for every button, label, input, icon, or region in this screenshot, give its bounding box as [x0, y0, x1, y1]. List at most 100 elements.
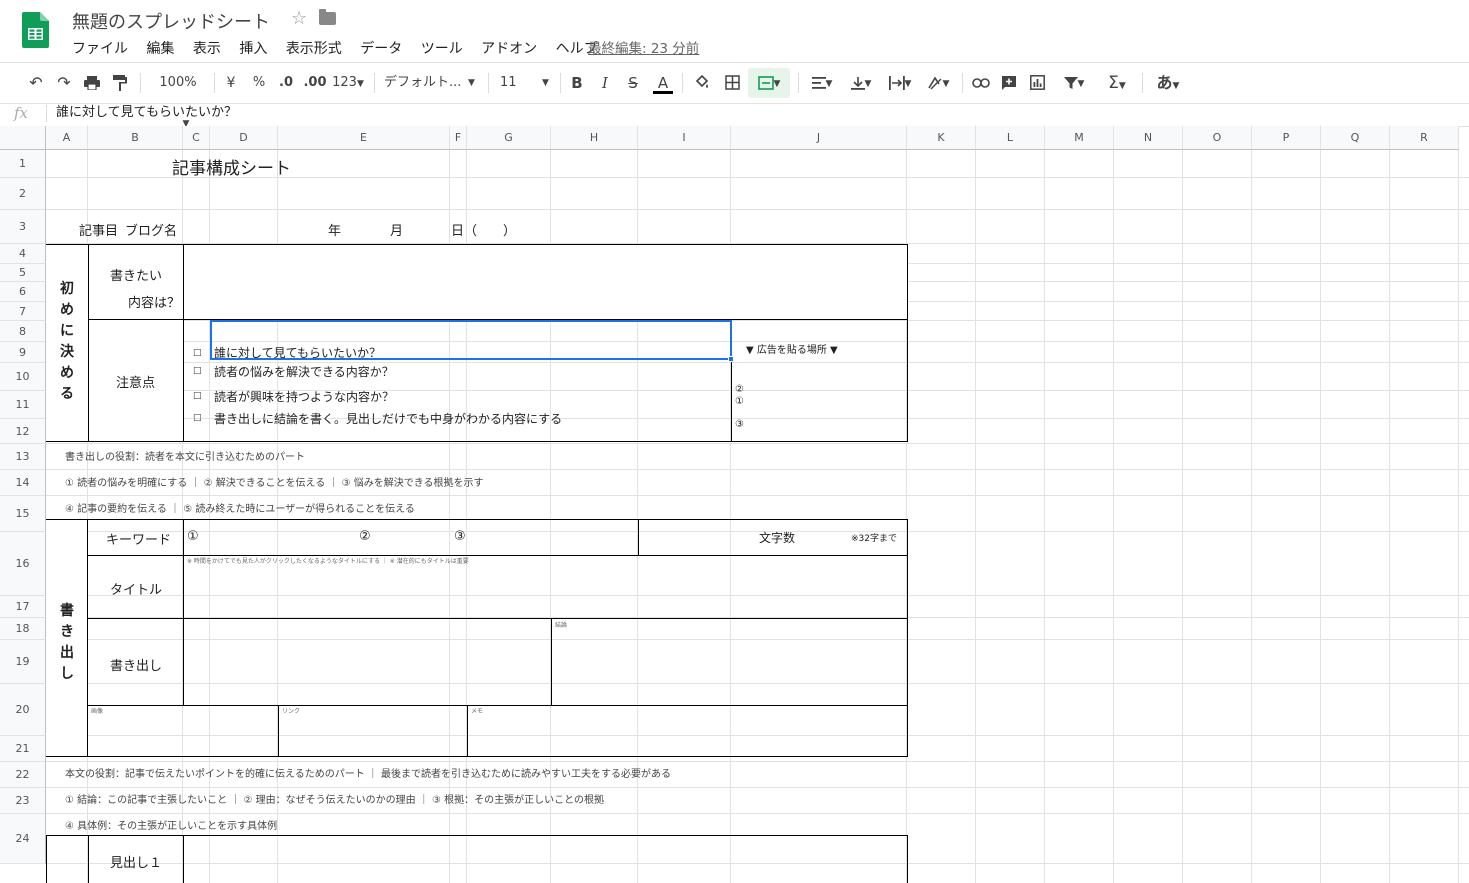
- row-header-9[interactable]: 9: [0, 342, 46, 363]
- row-header-1[interactable]: 1: [0, 150, 46, 178]
- zoom-select[interactable]: 100% ▼: [148, 63, 208, 129]
- select-all-corner[interactable]: [0, 126, 46, 150]
- more-formats-button[interactable]: 123▼: [330, 63, 366, 103]
- text-wrap-icon[interactable]: ▼: [884, 63, 916, 103]
- insert-comment-icon[interactable]: [998, 63, 1020, 103]
- check-item-4[interactable]: 書き出しに結論を書く。見出しだけでも中身がわかる内容にする: [214, 410, 562, 427]
- increase-decimal-button[interactable]: .00: [302, 63, 328, 103]
- formula-input[interactable]: 誰に対して見てもらいたいか？: [56, 102, 237, 124]
- char-count-note[interactable]: ※32字まで: [851, 531, 897, 544]
- row-header-13[interactable]: 13: [0, 444, 46, 470]
- row-header-14[interactable]: 14: [0, 470, 46, 496]
- input-tools-button[interactable]: あ▼: [1150, 63, 1186, 103]
- last-edit-link[interactable]: 最終編集: 23 分前: [588, 37, 699, 57]
- note-body-role[interactable]: 本文の役割：記事で伝えたいポイントを的確に伝えるためのパート ｜ 最後まで読者を…: [65, 765, 671, 780]
- bold-button[interactable]: B: [568, 63, 586, 103]
- menu-format[interactable]: 表示形式: [286, 41, 342, 57]
- column-header-m[interactable]: M: [1045, 126, 1114, 150]
- row-header-22[interactable]: 22: [0, 762, 46, 788]
- column-header-n[interactable]: N: [1114, 126, 1183, 150]
- memo-note[interactable]: メモ: [471, 706, 483, 715]
- column-header-r[interactable]: R: [1390, 126, 1459, 150]
- menu-file[interactable]: ファイル: [72, 41, 128, 57]
- blog-name-label[interactable]: ブログ名: [125, 220, 177, 239]
- text-rotation-icon[interactable]: ▼: [922, 63, 954, 103]
- paint-format-icon[interactable]: [110, 63, 130, 103]
- sheets-logo-icon[interactable]: [22, 12, 49, 48]
- font-select[interactable]: デフォルト... ▼: [384, 63, 478, 103]
- link-note[interactable]: リンク: [282, 706, 300, 715]
- column-header-g[interactable]: G: [467, 126, 551, 150]
- horizontal-align-icon[interactable]: ▼: [806, 63, 838, 103]
- row-header-15[interactable]: 15: [0, 496, 46, 532]
- row-header-19[interactable]: 19: [0, 640, 46, 684]
- check-item-2[interactable]: 読者の悩みを解決できる内容か？: [214, 363, 394, 380]
- title-label[interactable]: タイトル: [110, 579, 162, 598]
- row-header-3[interactable]: 3: [0, 210, 46, 244]
- note-body-points-1[interactable]: ① 結論：この記事で主張したいこと ｜ ② 理由：なぜそう伝えたいのかの理由 ｜…: [65, 791, 604, 806]
- row-header-16[interactable]: 16: [0, 532, 46, 596]
- ad-placement-label[interactable]: ▼ 広告を貼る場所 ▼: [746, 341, 838, 356]
- row-header-23[interactable]: 23: [0, 788, 46, 814]
- checkbox-3[interactable]: □: [193, 391, 202, 401]
- redo-icon[interactable]: ↷: [54, 63, 74, 103]
- column-header-j[interactable]: J: [731, 126, 907, 150]
- insert-link-icon[interactable]: [970, 63, 992, 103]
- column-header-k[interactable]: K: [907, 126, 976, 150]
- fill-color-icon[interactable]: [692, 63, 712, 103]
- menu-view[interactable]: 表示: [193, 41, 221, 57]
- row-header-2[interactable]: 2: [0, 178, 46, 210]
- ad-slot-1[interactable]: ①: [735, 396, 744, 407]
- year-label[interactable]: 年: [328, 220, 341, 239]
- italic-button[interactable]: I: [596, 63, 614, 103]
- column-header-i[interactable]: I: [638, 126, 731, 150]
- vertical-align-icon[interactable]: ▼: [846, 63, 876, 103]
- column-header-a[interactable]: A: [46, 126, 88, 150]
- note-body-points-2[interactable]: ④ 具体例：その主張が正しいことを示す具体例: [65, 817, 277, 832]
- spreadsheet-grid[interactable]: A B C D E F G H I J K L M N O P Q R 1 2 3 4 5 6 7 8 9 10 11 12 13 14 15 1…: [0, 126, 1469, 883]
- char-count-label[interactable]: 文字数: [759, 529, 795, 546]
- row-header-4[interactable]: 4: [0, 244, 46, 264]
- conclusion-note[interactable]: 結論: [555, 620, 567, 629]
- keyword-label[interactable]: キーワード: [106, 529, 171, 548]
- row-header-7[interactable]: 7: [0, 302, 46, 321]
- image-note[interactable]: 画像: [91, 706, 103, 715]
- sheet-title[interactable]: 記事構成シート: [172, 154, 291, 179]
- checkbox-1[interactable]: □: [193, 348, 202, 358]
- undo-icon[interactable]: ↶: [26, 63, 46, 103]
- column-header-c[interactable]: C: [183, 126, 210, 150]
- day-label[interactable]: 日（ ）: [451, 220, 516, 239]
- column-header-f[interactable]: F: [450, 126, 467, 150]
- row-header-11[interactable]: 11: [0, 391, 46, 419]
- ad-slot-3[interactable]: ③: [735, 419, 744, 430]
- column-header-h[interactable]: H: [551, 126, 638, 150]
- keyword-2[interactable]: ②: [359, 529, 371, 544]
- folder-icon[interactable]: [319, 9, 336, 25]
- currency-button[interactable]: ¥: [222, 63, 240, 103]
- borders-icon[interactable]: [722, 63, 742, 103]
- filter-icon[interactable]: ▼: [1056, 63, 1092, 103]
- checkbox-2[interactable]: □: [193, 366, 202, 376]
- print-icon[interactable]: [82, 63, 102, 103]
- column-header-q[interactable]: Q: [1321, 126, 1390, 150]
- checkbox-4[interactable]: □: [193, 413, 202, 423]
- menu-addons[interactable]: アドオン: [481, 41, 537, 57]
- row-header-21[interactable]: 21: [0, 736, 46, 762]
- heading1-label[interactable]: 見出し１: [110, 852, 162, 871]
- column-header-l[interactable]: L: [976, 126, 1045, 150]
- row-header-6[interactable]: 6: [0, 282, 46, 302]
- column-header-o[interactable]: O: [1183, 126, 1252, 150]
- column-header-b[interactable]: B: [88, 126, 183, 150]
- note-intro-points-1[interactable]: ① 読者の悩みを明確にする ｜ ② 解決できることを伝える ｜ ③ 悩みを解決で…: [65, 474, 484, 489]
- note-intro-role[interactable]: 書き出しの役割：読者を本文に引き込むためのパート: [65, 448, 305, 463]
- row-header-18[interactable]: 18: [0, 618, 46, 640]
- row-header-24[interactable]: 24: [0, 814, 46, 864]
- row-header-8[interactable]: 8: [0, 321, 46, 342]
- row-header-17[interactable]: 17: [0, 596, 46, 618]
- decrease-decimal-button[interactable]: .0: [276, 63, 296, 103]
- menu-edit[interactable]: 編集: [146, 41, 174, 57]
- functions-icon[interactable]: Σ▼: [1100, 63, 1134, 103]
- row-header-12[interactable]: 12: [0, 419, 46, 444]
- row-header-20[interactable]: 20: [0, 684, 46, 736]
- article-no-label[interactable]: 記事目: [79, 220, 118, 239]
